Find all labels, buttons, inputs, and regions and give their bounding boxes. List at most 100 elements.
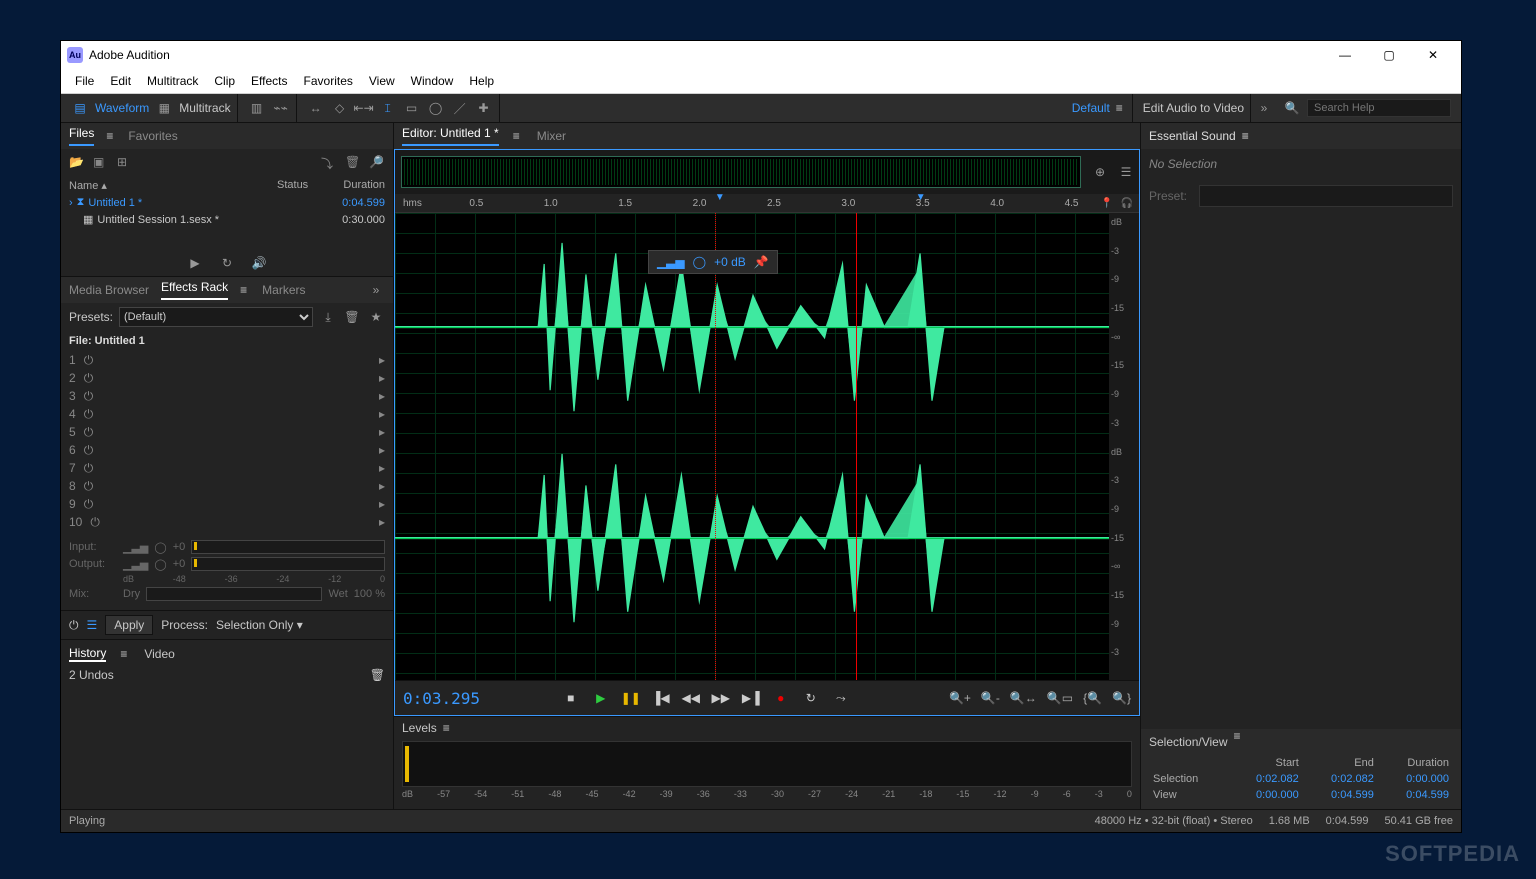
- menu-view[interactable]: View: [361, 74, 403, 88]
- stop-button[interactable]: ■: [561, 688, 581, 708]
- power-icon[interactable]: ⏻: [84, 497, 94, 512]
- play-button[interactable]: ▶: [591, 688, 611, 708]
- list-nav-icon[interactable]: ☰: [1117, 163, 1135, 181]
- col-status[interactable]: Status: [277, 179, 325, 192]
- power-icon[interactable]: ⏻: [84, 479, 94, 494]
- zoom-sel-icon[interactable]: 🔍▭: [1047, 691, 1073, 705]
- chevron-right-icon[interactable]: ▸: [379, 443, 385, 457]
- fx-menu-icon[interactable]: [240, 289, 250, 292]
- power-icon[interactable]: ⏻: [84, 389, 94, 404]
- fx-slot[interactable]: 1⏻▸: [69, 351, 385, 369]
- es-menu-icon[interactable]: [1242, 135, 1252, 138]
- fx-slot[interactable]: 8⏻▸: [69, 477, 385, 495]
- tab-media-browser[interactable]: Media Browser: [69, 283, 149, 297]
- multitrack-view-icon[interactable]: ▦: [155, 99, 173, 117]
- selview-menu-icon[interactable]: [1234, 735, 1244, 749]
- es-preset-dropdown[interactable]: [1199, 185, 1453, 207]
- input-value[interactable]: +0: [173, 541, 186, 553]
- levels-menu-icon[interactable]: [443, 727, 453, 730]
- menu-edit[interactable]: Edit: [102, 74, 139, 88]
- playhead-marker-icon[interactable]: ▼: [916, 192, 926, 203]
- output-value[interactable]: +0: [173, 558, 186, 570]
- power-icon[interactable]: ⏻: [84, 353, 94, 368]
- delete-preset-icon[interactable]: 🗑: [343, 308, 361, 326]
- play-preview-icon[interactable]: ▶: [186, 254, 204, 272]
- lasso-tool-icon[interactable]: ◯: [427, 99, 445, 117]
- fx-slot[interactable]: 10⏻▸: [69, 513, 385, 531]
- titlebar[interactable]: Au Adobe Audition — ▢ ✕: [61, 41, 1461, 69]
- waveform-view-button[interactable]: Waveform: [95, 101, 149, 115]
- overview-navigator[interactable]: [401, 156, 1081, 188]
- time-ruler[interactable]: hms 0.5 1.0 1.5 2.0 2.5 3.0 3.5 4.0 4.5 …: [395, 194, 1139, 213]
- chevron-right-icon[interactable]: ▸: [379, 497, 385, 511]
- razor-tool-icon[interactable]: ◇: [331, 99, 349, 117]
- chevron-right-icon[interactable]: ▸: [379, 353, 385, 367]
- search-files-icon[interactable]: 🔎: [369, 155, 385, 171]
- mix-slider[interactable]: [146, 587, 322, 601]
- levels-meter[interactable]: [402, 741, 1132, 787]
- fx-slot[interactable]: 2⏻▸: [69, 369, 385, 387]
- close-button[interactable]: ✕: [1411, 41, 1455, 69]
- chevron-right-icon[interactable]: ▸: [379, 515, 385, 529]
- workspace-menu-icon[interactable]: [1116, 107, 1126, 110]
- waveform-display[interactable]: dB-3-9-15-∞-15-9-3 dB-3-9-15-∞-15-9-3 L …: [395, 213, 1139, 680]
- headphones-icon[interactable]: 🎧: [1121, 198, 1133, 209]
- time-select-tool-icon[interactable]: 𝙸: [379, 99, 397, 117]
- new-file-icon[interactable]: ⊞: [117, 155, 133, 171]
- zoom-in-point-icon[interactable]: {🔍: [1083, 691, 1102, 705]
- pause-button[interactable]: ❚❚: [621, 688, 641, 708]
- power-icon[interactable]: ⏻: [84, 425, 94, 440]
- expand-icon[interactable]: ›: [69, 197, 73, 209]
- power-icon[interactable]: ⏻: [84, 443, 94, 458]
- search-help-input[interactable]: [1307, 99, 1451, 117]
- menu-effects[interactable]: Effects: [243, 74, 295, 88]
- zoom-full-icon[interactable]: 🔍↔: [1010, 691, 1037, 705]
- auto-play-icon[interactable]: 🔊: [250, 254, 268, 272]
- minimize-button[interactable]: —: [1323, 41, 1367, 69]
- slip-tool-icon[interactable]: ⇤⇥: [355, 99, 373, 117]
- workspace-overflow-icon[interactable]: »: [1255, 99, 1273, 117]
- preset-dropdown[interactable]: (Default): [119, 307, 313, 327]
- marquee-tool-icon[interactable]: ▭: [403, 99, 421, 117]
- import-icon[interactable]: ⤵: [321, 155, 337, 171]
- fx-slot[interactable]: 4⏻▸: [69, 405, 385, 423]
- zoom-out-point-icon[interactable]: 🔍}: [1112, 691, 1131, 705]
- rewind-button[interactable]: ◀◀: [681, 688, 701, 708]
- hud-gain[interactable]: ▁▃▅ ◯ +0 dB 📌: [648, 250, 778, 274]
- knob-icon[interactable]: ◯: [693, 255, 706, 269]
- apply-button[interactable]: Apply: [105, 615, 153, 635]
- menu-favorites[interactable]: Favorites: [296, 74, 361, 88]
- view-start[interactable]: 0:00.000: [1228, 787, 1303, 803]
- workspace-edit-av[interactable]: Edit Audio to Video: [1143, 101, 1244, 115]
- chevron-right-icon[interactable]: ▸: [379, 389, 385, 403]
- tab-video[interactable]: Video: [144, 647, 174, 661]
- tab-editor[interactable]: Editor: Untitled 1 *: [402, 126, 499, 146]
- zoom-out-icon[interactable]: 🔍-: [981, 691, 1000, 705]
- go-start-button[interactable]: ▐◀: [651, 688, 671, 708]
- loop-preview-icon[interactable]: ↻: [218, 254, 236, 272]
- time-display[interactable]: 0:03.295: [403, 689, 503, 708]
- zoom-nav-icon[interactable]: ⊕: [1091, 163, 1109, 181]
- skip-silence-button[interactable]: ⤳: [831, 688, 851, 708]
- brush-tool-icon[interactable]: ／: [451, 99, 469, 117]
- pin-icon[interactable]: 📍: [1101, 198, 1113, 209]
- wet-value[interactable]: 100 %: [354, 588, 385, 600]
- zoom-in-icon[interactable]: 🔍+: [949, 691, 971, 705]
- editor-menu-icon[interactable]: [513, 135, 523, 138]
- files-menu-icon[interactable]: [106, 135, 116, 138]
- file-row[interactable]: ›⧗Untitled 1 * 0:04.599: [61, 194, 393, 211]
- record-file-icon[interactable]: ▣: [93, 155, 109, 171]
- fx-slot[interactable]: 7⏻▸: [69, 459, 385, 477]
- chevron-right-icon[interactable]: ▸: [379, 407, 385, 421]
- open-file-icon[interactable]: 📂: [69, 155, 85, 171]
- power-icon[interactable]: ⏻: [90, 515, 100, 530]
- power-icon[interactable]: ⏻: [84, 371, 94, 386]
- sort-asc-icon[interactable]: ▴: [101, 180, 107, 192]
- knob-icon[interactable]: ◯: [154, 541, 166, 554]
- favorite-icon[interactable]: ★: [367, 308, 385, 326]
- file-row[interactable]: ▦Untitled Session 1.sesx * 0:30.000: [61, 211, 393, 228]
- spectral-freq-icon[interactable]: ▥: [248, 99, 266, 117]
- tab-effects-rack[interactable]: Effects Rack: [161, 280, 228, 300]
- knob-icon[interactable]: ◯: [154, 558, 166, 571]
- power-icon[interactable]: ⏻: [69, 618, 79, 633]
